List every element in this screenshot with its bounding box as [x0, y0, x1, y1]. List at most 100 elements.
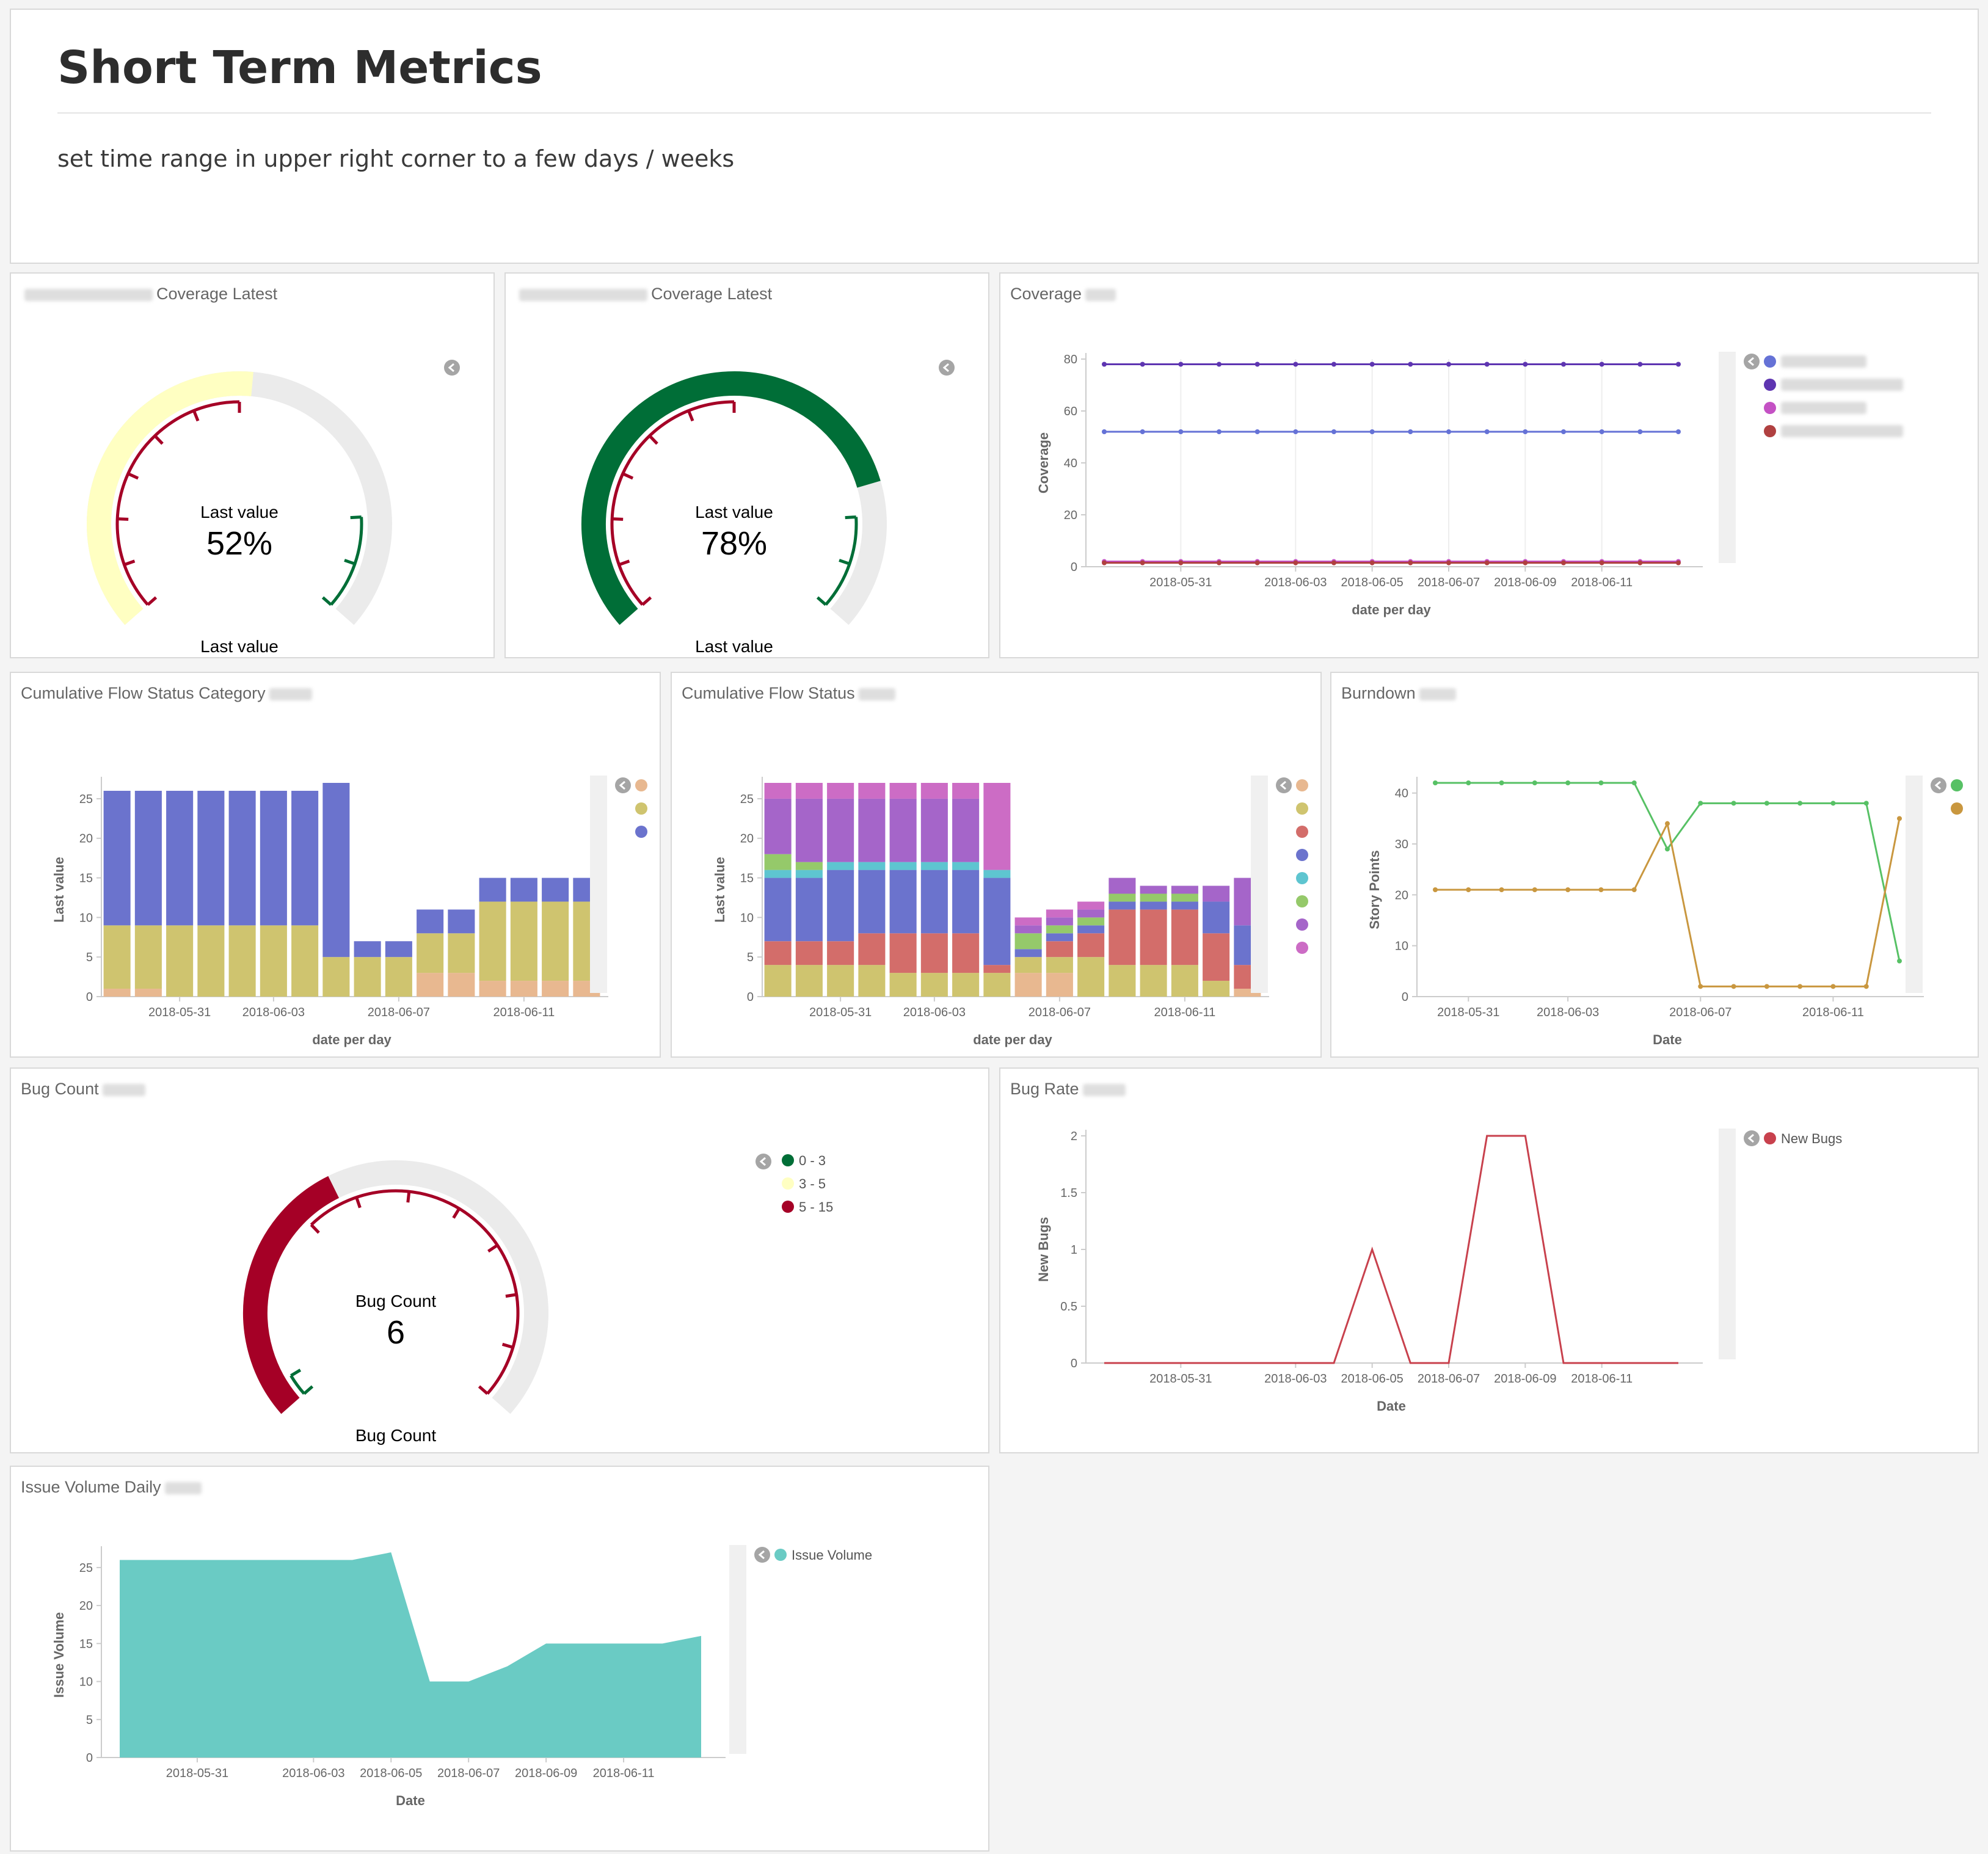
y-tick-label: 10	[1395, 940, 1408, 953]
bar	[134, 925, 162, 989]
bar	[448, 973, 475, 997]
legend-swatch	[1296, 802, 1308, 815]
bar	[795, 783, 823, 799]
gauge-bottom-label: Last value	[200, 637, 279, 656]
legend-toggle-icon[interactable]	[1744, 354, 1760, 369]
bar	[795, 941, 823, 965]
legend-label: 5 - 15	[799, 1199, 833, 1215]
x-tick-label: 2018-05-31	[166, 1767, 228, 1780]
bar	[952, 783, 980, 799]
gauge-fill	[581, 371, 881, 625]
gauge-tick	[816, 596, 827, 606]
legend-label-redacted	[1781, 379, 1903, 391]
legend-toggle-icon[interactable]	[444, 360, 460, 376]
legend-swatch	[1296, 826, 1308, 838]
legend-swatch	[782, 1154, 794, 1166]
bar	[1109, 909, 1136, 965]
gauge-tick	[355, 1196, 362, 1209]
gauge-tick	[618, 559, 630, 567]
issue-volume-panel: Issue Volume Daily 0 5 10 15 20 25 2018-05-31 2…	[10, 1466, 989, 1852]
data-point	[1676, 362, 1681, 367]
bar	[322, 783, 350, 958]
legend-swatch	[1296, 895, 1308, 907]
data-point	[1217, 560, 1222, 565]
data-point	[1140, 429, 1145, 434]
data-point	[1254, 560, 1260, 565]
legend-swatch	[1951, 802, 1963, 815]
bar	[1203, 901, 1230, 934]
data-point	[1637, 429, 1643, 434]
data-point	[1499, 780, 1504, 785]
data-point	[1331, 429, 1336, 434]
gauge: Last value 78% Last value	[581, 360, 955, 656]
y-axis-title: Last value	[51, 857, 67, 923]
bar	[354, 957, 381, 997]
gauge-tick	[845, 515, 856, 520]
bar	[1140, 965, 1167, 997]
gauge-center-label: Last value	[695, 503, 773, 522]
bar	[1171, 909, 1198, 965]
data-point	[1408, 429, 1413, 434]
bar	[1014, 957, 1042, 973]
legend-toggle-icon[interactable]	[754, 1547, 770, 1563]
bar	[542, 878, 569, 902]
bar	[1046, 925, 1073, 934]
bar	[827, 862, 854, 870]
legend-toggle-icon[interactable]	[939, 360, 955, 376]
bar	[448, 909, 475, 934]
data-point	[1897, 816, 1902, 821]
bar	[1046, 917, 1073, 926]
legend-swatch	[635, 802, 647, 815]
data-point	[1631, 887, 1637, 892]
legend-toggle-icon[interactable]	[615, 777, 631, 793]
gauge-tick	[310, 1223, 320, 1234]
coverage-chart: 0 20 40 60 80 2018-05-31 2018-06-03 2018-06-05 2…	[1036, 352, 1903, 617]
x-tick-label: 2018-06-03	[242, 1006, 305, 1019]
data-point	[1830, 984, 1836, 989]
bar	[260, 925, 287, 997]
data-point	[1484, 362, 1490, 367]
x-tick-label: 2018-06-11	[593, 1767, 655, 1780]
bar	[889, 862, 917, 870]
data-point	[1369, 362, 1375, 367]
x-tick-label: 2018-06-11	[1154, 1006, 1215, 1019]
bar	[952, 933, 980, 973]
bar	[1077, 933, 1105, 958]
gauge-tick	[321, 596, 332, 606]
legend-toggle-circle	[1931, 777, 1946, 793]
gauge-value: 52%	[206, 525, 272, 562]
data-point	[1433, 887, 1438, 892]
bar	[795, 798, 823, 862]
legend-toggle-icon[interactable]	[756, 1154, 771, 1169]
x-tick-label: 2018-06-09	[1494, 576, 1556, 589]
data-point	[1466, 887, 1471, 892]
bar	[291, 790, 319, 926]
legend-toggle-icon[interactable]	[1744, 1130, 1760, 1146]
bug-rate-panel: Bug Rate 0 0.5 1 1.5 2 2018-05-31 2018-06-03 20…	[999, 1067, 1979, 1453]
legend-toggle-circle	[756, 1154, 771, 1169]
bar	[1171, 901, 1198, 910]
x-axis-title: Date	[396, 1793, 425, 1808]
bar	[1109, 901, 1136, 910]
y-tick-label: 25	[79, 1561, 93, 1575]
legend-scrollbar	[1719, 1129, 1736, 1359]
legend-toggle-icon[interactable]	[1276, 777, 1292, 793]
legend-label-redacted	[1781, 425, 1903, 437]
y-axis-title: Last value	[712, 857, 727, 923]
gauge: Bug Count 6 Bug Count 0 - 3 3 - 5 5 - 15	[243, 1153, 833, 1445]
y-tick-label: 20	[1064, 509, 1077, 522]
bar	[197, 790, 225, 926]
data-point	[1797, 984, 1803, 989]
legend-toggle-icon[interactable]	[1931, 777, 1946, 793]
data-point	[1178, 429, 1184, 434]
bar	[417, 933, 444, 973]
bar	[858, 933, 886, 965]
bar	[1140, 901, 1167, 910]
data-point	[1293, 362, 1298, 367]
data-point	[1665, 821, 1670, 826]
data-point	[1637, 362, 1643, 367]
y-tick-label: 0	[86, 1751, 93, 1765]
bar	[858, 862, 886, 870]
bar	[889, 783, 917, 799]
y-tick-label: 20	[79, 1599, 93, 1613]
